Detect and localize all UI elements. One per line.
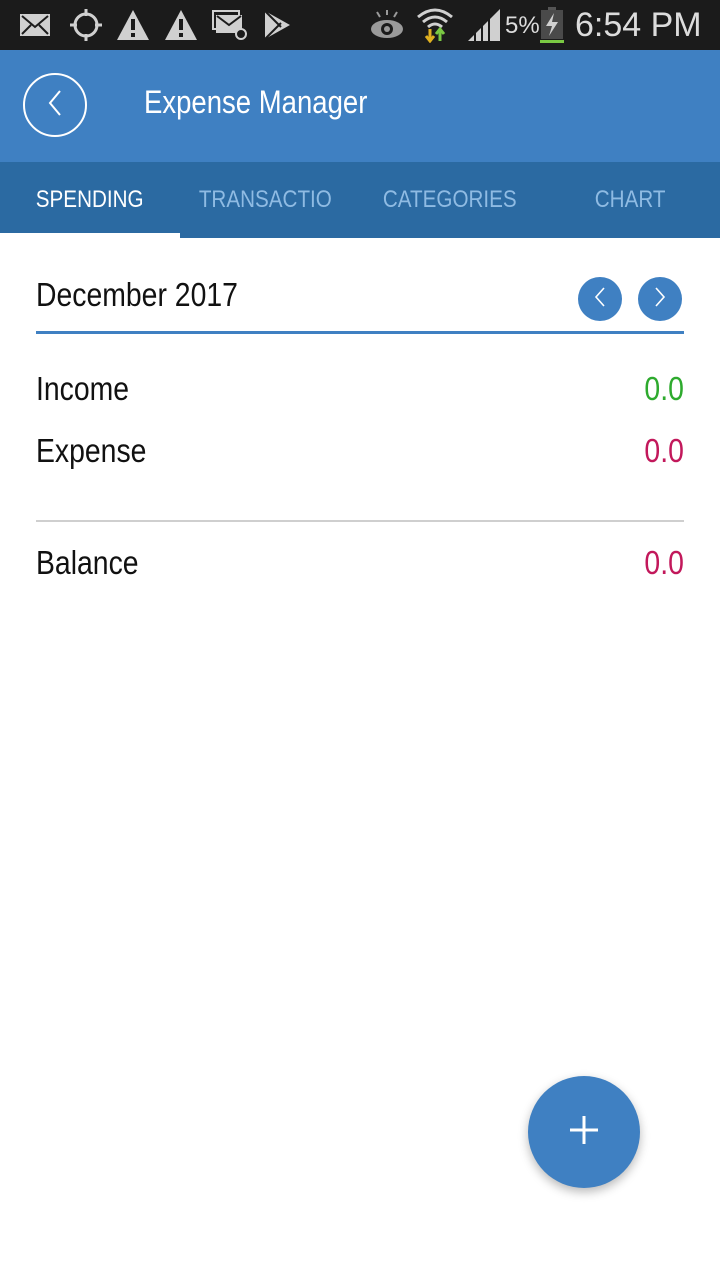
income-value: 0.0 <box>644 370 684 407</box>
tab-spending[interactable]: SPENDING <box>0 162 180 238</box>
app-title: Expense Manager <box>144 84 368 120</box>
mail-icon <box>18 8 52 42</box>
tab-transactions[interactable]: TRANSACTIO <box>180 162 350 238</box>
expense-label: Expense <box>36 432 147 469</box>
eye-icon <box>369 8 405 42</box>
status-bar: 5% 6:54 PM <box>0 0 720 50</box>
app-bar: Expense Manager <box>0 50 720 162</box>
tab-bar: SPENDING TRANSACTIO CATEGORIES CHART <box>0 162 720 238</box>
balance-row: Balance 0.0 <box>36 544 684 590</box>
clock: 6:54 PM <box>575 6 702 44</box>
divider <box>36 520 684 522</box>
tab-chart[interactable]: CHART <box>540 162 720 238</box>
warning-icon <box>163 8 199 42</box>
period-selector: December 2017 <box>36 270 684 334</box>
period-label: December 2017 <box>36 276 238 313</box>
active-tab-indicator <box>0 233 180 238</box>
battery-charging-icon <box>540 7 564 43</box>
wifi-icon <box>416 8 454 43</box>
expense-row: Expense 0.0 <box>36 432 684 478</box>
warning-icon <box>115 8 151 42</box>
gps-icon <box>68 8 104 42</box>
chevron-left-icon <box>45 88 65 123</box>
tab-categories[interactable]: CATEGORIES <box>360 162 540 238</box>
add-transaction-button[interactable] <box>528 1076 640 1188</box>
balance-value: 0.0 <box>644 544 684 581</box>
income-label: Income <box>36 370 130 407</box>
chevron-right-icon <box>653 286 667 313</box>
next-month-button[interactable] <box>638 277 682 321</box>
email-at-icon <box>211 8 249 42</box>
chevron-left-icon <box>593 286 607 313</box>
plus-icon <box>569 1115 599 1150</box>
back-button[interactable] <box>23 73 87 137</box>
play-store-icon <box>262 8 292 42</box>
previous-month-button[interactable] <box>578 277 622 321</box>
signal-icon <box>466 8 502 42</box>
income-row: Income 0.0 <box>36 370 684 416</box>
balance-label: Balance <box>36 544 139 581</box>
expense-value: 0.0 <box>644 432 684 469</box>
battery-percent: 5% <box>505 12 540 39</box>
